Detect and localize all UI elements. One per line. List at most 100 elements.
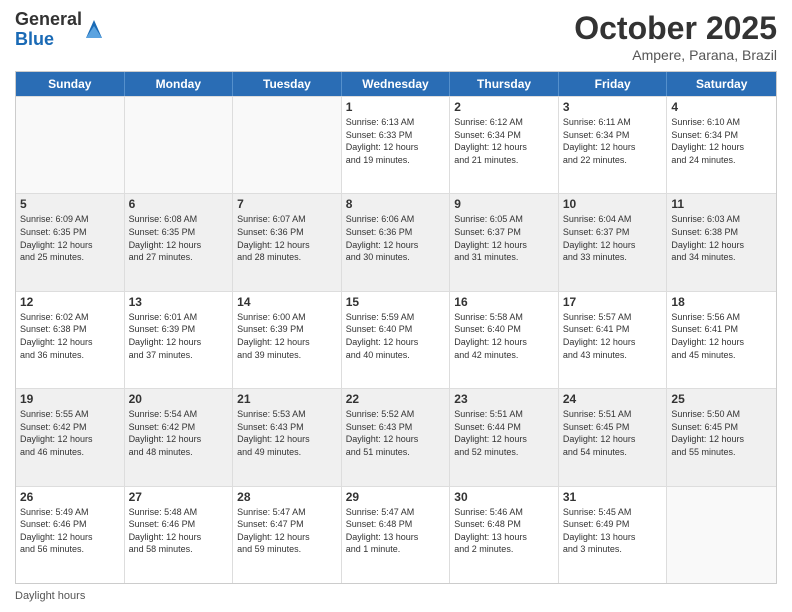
calendar-body: 1Sunrise: 6:13 AM Sunset: 6:33 PM Daylig… (16, 96, 776, 583)
day-number: 17 (563, 295, 663, 309)
day-number: 2 (454, 100, 554, 114)
cell-info: Sunrise: 5:59 AM Sunset: 6:40 PM Dayligh… (346, 311, 446, 361)
day-number: 22 (346, 392, 446, 406)
day-number: 30 (454, 490, 554, 504)
cell-info: Sunrise: 5:54 AM Sunset: 6:42 PM Dayligh… (129, 408, 229, 458)
calendar-week-row: 19 Sunrise: 5:55 AM Sunset: 6:42 PM Dayli… (16, 388, 776, 485)
header: General Blue October 2025 Ampere, Parana… (15, 10, 777, 63)
day-number: 1 (346, 100, 446, 114)
cell-info: Sunrise: 6:10 AM Sunset: 6:34 PM Dayligh… (671, 116, 772, 166)
day-number: 29 (346, 490, 446, 504)
cell-info: Sunrise: 6:06 AM Sunset: 6:36 PM Dayligh… (346, 213, 446, 263)
calendar-cell: 11 Sunrise: 6:03 AM Sunset: 6:38 PM Dayli… (667, 194, 776, 290)
calendar-cell: 27Sunrise: 5:48 AM Sunset: 6:46 PM Dayli… (125, 487, 234, 583)
calendar-cell: 5 Sunrise: 6:09 AM Sunset: 6:35 PM Daylig… (16, 194, 125, 290)
day-number: 19 (20, 392, 120, 406)
day-of-week-header: Sunday (16, 72, 125, 96)
calendar-cell: 14 Sunrise: 6:00 AM Sunset: 6:39 PM Dayli… (233, 292, 342, 388)
day-number: 4 (671, 100, 772, 114)
calendar-cell: 10 Sunrise: 6:04 AM Sunset: 6:37 PM Dayli… (559, 194, 668, 290)
day-number: 7 (237, 197, 337, 211)
cell-info: Sunrise: 6:00 AM Sunset: 6:39 PM Dayligh… (237, 311, 337, 361)
cell-info: Sunrise: 6:05 AM Sunset: 6:37 PM Dayligh… (454, 213, 554, 263)
logo: General Blue (15, 10, 104, 50)
calendar-cell: 29 Sunrise: 5:47 AM Sunset: 6:48 PM Dayli… (342, 487, 451, 583)
calendar-cell: 24Sunrise: 5:51 AM Sunset: 6:45 PM Dayli… (559, 389, 668, 485)
day-number: 14 (237, 295, 337, 309)
calendar-cell: 8 Sunrise: 6:06 AM Sunset: 6:36 PM Daylig… (342, 194, 451, 290)
day-of-week-header: Thursday (450, 72, 559, 96)
cell-info: Sunrise: 6:03 AM Sunset: 6:38 PM Dayligh… (671, 213, 772, 263)
cell-info: Sunrise: 6:02 AM Sunset: 6:38 PM Dayligh… (20, 311, 120, 361)
calendar-cell: 26Sunrise: 5:49 AM Sunset: 6:46 PM Dayli… (16, 487, 125, 583)
calendar-cell: 16 Sunrise: 5:58 AM Sunset: 6:40 PM Dayli… (450, 292, 559, 388)
cell-info: Sunrise: 5:50 AM Sunset: 6:45 PM Dayligh… (671, 408, 772, 458)
day-number: 18 (671, 295, 772, 309)
calendar-week-row: 12 Sunrise: 6:02 AM Sunset: 6:38 PM Dayli… (16, 291, 776, 388)
logo-blue: Blue (15, 30, 82, 50)
calendar-cell (125, 97, 234, 193)
cell-info: Sunrise: 5:58 AM Sunset: 6:40 PM Dayligh… (454, 311, 554, 361)
day-number: 23 (454, 392, 554, 406)
cell-info: Sunrise: 6:09 AM Sunset: 6:35 PM Dayligh… (20, 213, 120, 263)
calendar-cell: 20 Sunrise: 5:54 AM Sunset: 6:42 PM Dayli… (125, 389, 234, 485)
day-of-week-header: Tuesday (233, 72, 342, 96)
day-of-week-header: Friday (559, 72, 668, 96)
day-of-week-header: Monday (125, 72, 234, 96)
calendar-cell: 18Sunrise: 5:56 AM Sunset: 6:41 PM Dayli… (667, 292, 776, 388)
calendar-week-row: 5 Sunrise: 6:09 AM Sunset: 6:35 PM Daylig… (16, 193, 776, 290)
title-block: October 2025 Ampere, Parana, Brazil (574, 10, 777, 63)
day-number: 10 (563, 197, 663, 211)
logo-icon (84, 18, 104, 42)
day-number: 15 (346, 295, 446, 309)
cell-info: Sunrise: 6:11 AM Sunset: 6:34 PM Dayligh… (563, 116, 663, 166)
day-number: 12 (20, 295, 120, 309)
calendar-cell: 3 Sunrise: 6:11 AM Sunset: 6:34 PM Daylig… (559, 97, 668, 193)
calendar-cell: 2Sunrise: 6:12 AM Sunset: 6:34 PM Daylig… (450, 97, 559, 193)
cell-info: Sunrise: 6:04 AM Sunset: 6:37 PM Dayligh… (563, 213, 663, 263)
day-number: 8 (346, 197, 446, 211)
footer: Daylight hours (15, 590, 777, 602)
day-number: 16 (454, 295, 554, 309)
day-number: 31 (563, 490, 663, 504)
calendar-week-row: 1Sunrise: 6:13 AM Sunset: 6:33 PM Daylig… (16, 96, 776, 193)
calendar-cell: 31Sunrise: 5:45 AM Sunset: 6:49 PM Dayli… (559, 487, 668, 583)
calendar-week-row: 26Sunrise: 5:49 AM Sunset: 6:46 PM Dayli… (16, 486, 776, 583)
location: Ampere, Parana, Brazil (574, 47, 777, 63)
day-number: 21 (237, 392, 337, 406)
cell-info: Sunrise: 6:08 AM Sunset: 6:35 PM Dayligh… (129, 213, 229, 263)
cell-info: Sunrise: 5:55 AM Sunset: 6:42 PM Dayligh… (20, 408, 120, 458)
cell-info: Sunrise: 5:46 AM Sunset: 6:48 PM Dayligh… (454, 506, 554, 556)
cell-info: Sunrise: 6:01 AM Sunset: 6:39 PM Dayligh… (129, 311, 229, 361)
calendar-cell (16, 97, 125, 193)
logo-text: General Blue (15, 10, 82, 50)
day-number: 24 (563, 392, 663, 406)
calendar-cell: 12 Sunrise: 6:02 AM Sunset: 6:38 PM Dayli… (16, 292, 125, 388)
calendar-header: SundayMondayTuesdayWednesdayThursdayFrid… (16, 72, 776, 96)
calendar-cell: 19 Sunrise: 5:55 AM Sunset: 6:42 PM Dayli… (16, 389, 125, 485)
day-number: 28 (237, 490, 337, 504)
calendar-cell: 1Sunrise: 6:13 AM Sunset: 6:33 PM Daylig… (342, 97, 451, 193)
logo-general: General (15, 10, 82, 30)
calendar-cell: 21Sunrise: 5:53 AM Sunset: 6:43 PM Dayli… (233, 389, 342, 485)
calendar-cell: 9Sunrise: 6:05 AM Sunset: 6:37 PM Daylig… (450, 194, 559, 290)
day-number: 3 (563, 100, 663, 114)
month-title: October 2025 (574, 10, 777, 47)
day-of-week-header: Wednesday (342, 72, 451, 96)
day-number: 6 (129, 197, 229, 211)
day-number: 13 (129, 295, 229, 309)
calendar-cell (667, 487, 776, 583)
cell-info: Sunrise: 5:49 AM Sunset: 6:46 PM Dayligh… (20, 506, 120, 556)
cell-info: Sunrise: 5:47 AM Sunset: 6:47 PM Dayligh… (237, 506, 337, 556)
day-number: 20 (129, 392, 229, 406)
calendar-cell: 30 Sunrise: 5:46 AM Sunset: 6:48 PM Dayli… (450, 487, 559, 583)
page: General Blue October 2025 Ampere, Parana… (0, 0, 792, 612)
calendar-cell: 7Sunrise: 6:07 AM Sunset: 6:36 PM Daylig… (233, 194, 342, 290)
calendar-cell: 13 Sunrise: 6:01 AM Sunset: 6:39 PM Dayli… (125, 292, 234, 388)
day-number: 5 (20, 197, 120, 211)
cell-info: Sunrise: 5:48 AM Sunset: 6:46 PM Dayligh… (129, 506, 229, 556)
cell-info: Sunrise: 5:47 AM Sunset: 6:48 PM Dayligh… (346, 506, 446, 556)
cell-info: Sunrise: 5:51 AM Sunset: 6:44 PM Dayligh… (454, 408, 554, 458)
day-number: 11 (671, 197, 772, 211)
day-of-week-header: Saturday (667, 72, 776, 96)
